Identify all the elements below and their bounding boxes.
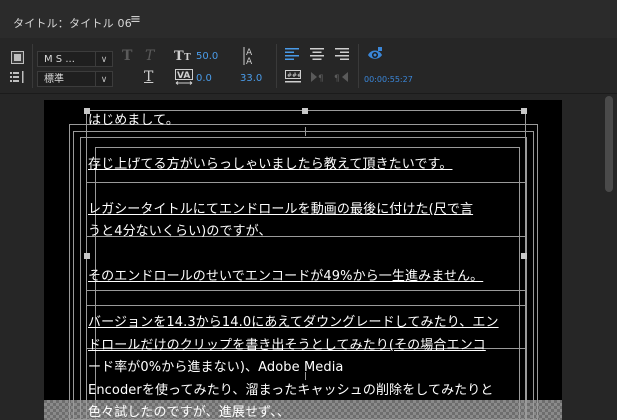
svg-text:¶: ¶ <box>334 74 340 82</box>
text-align-options-icon[interactable] <box>10 71 26 83</box>
svg-text:T: T <box>174 49 184 62</box>
tab-stops-icon[interactable]: ### <box>285 70 301 84</box>
font-style-dropdown[interactable]: 標準 ∨ <box>37 71 113 87</box>
panel-title: タイトル：タイトル 06 <box>13 17 132 30</box>
align-right-icon[interactable] <box>335 48 349 60</box>
bold-icon[interactable]: T <box>122 48 132 64</box>
title-toolbar: M S ... ∨ 標準 ∨ T T T TT 50.0 VA 0.0 AA 3… <box>0 38 617 94</box>
font-family-dropdown[interactable]: M S ... ∨ <box>37 51 113 67</box>
title-text-line[interactable]: ドロールだけのクリップを書き出そうとしてみたり(その場合エンコ <box>88 334 486 353</box>
toolbar-separator <box>276 44 277 88</box>
font-family-value: M S ... <box>44 54 75 65</box>
vertical-scrollbar[interactable] <box>605 96 613 192</box>
font-size-icon: TT <box>174 46 194 62</box>
play-to-marker-icon[interactable]: ¶ <box>311 72 325 82</box>
chevron-down-icon: ∨ <box>95 72 112 86</box>
kerning-icon: VA <box>175 69 193 85</box>
title-text-line[interactable]: 色々試したのですが、進展せず、、 <box>88 401 290 420</box>
title-text-line[interactable]: そのエンドロールのせいでエンコードが49%から一生進みません。 <box>88 265 483 284</box>
italic-icon[interactable]: T <box>145 48 154 64</box>
align-center-icon[interactable] <box>310 48 324 60</box>
show-background-video-icon[interactable] <box>368 47 384 61</box>
leading-icon: AA <box>243 46 257 66</box>
underline-icon[interactable]: T <box>144 69 153 85</box>
title-text-line[interactable]: はじめまして。 <box>88 109 179 128</box>
title-text-line[interactable]: レガシータイトルにてエンドロールを動画の最後に付けた(尺で言 <box>88 198 473 217</box>
chevron-down-icon: ∨ <box>95 52 112 66</box>
svg-text:A: A <box>246 57 253 66</box>
title-text-line[interactable]: うと4分ないくらい)のですが、 <box>88 220 272 239</box>
step-back-icon[interactable]: ¶ <box>334 72 350 82</box>
panel-title-bar: タイトル：タイトル 06 ≡ <box>0 0 617 39</box>
svg-text:VA: VA <box>177 71 190 81</box>
leading-value[interactable]: 33.0 <box>240 73 262 84</box>
title-text-line[interactable]: 存じ上げてる方がいらっしゃいましたら教えて頂きたいです。 <box>88 153 452 172</box>
timecode-value[interactable]: 00:00:55:27 <box>364 75 413 84</box>
title-text-line[interactable]: Encoderを使ってみたり、溜まったキャッシュの削除をしてみたりと <box>88 379 493 398</box>
title-properties-icon[interactable] <box>11 51 24 64</box>
toolbar-separator <box>32 44 33 88</box>
title-text-line[interactable]: ード率が0%から進まない)、Adobe Media <box>88 356 344 375</box>
toolbar-separator <box>358 44 359 88</box>
video-stage[interactable] <box>44 100 562 400</box>
svg-text:T: T <box>184 53 191 62</box>
align-left-icon[interactable] <box>285 48 299 60</box>
kerning-value[interactable]: 0.0 <box>196 73 212 84</box>
panel-menu-icon[interactable]: ≡ <box>130 12 141 27</box>
svg-text:¶: ¶ <box>318 74 324 82</box>
font-style-value: 標準 <box>44 74 64 85</box>
svg-text:###: ### <box>287 72 301 79</box>
title-text-line[interactable]: バージョンを14.3から14.0にあえてダウングレードしてみたり、エン <box>88 311 499 330</box>
font-size-value[interactable]: 50.0 <box>196 51 218 62</box>
